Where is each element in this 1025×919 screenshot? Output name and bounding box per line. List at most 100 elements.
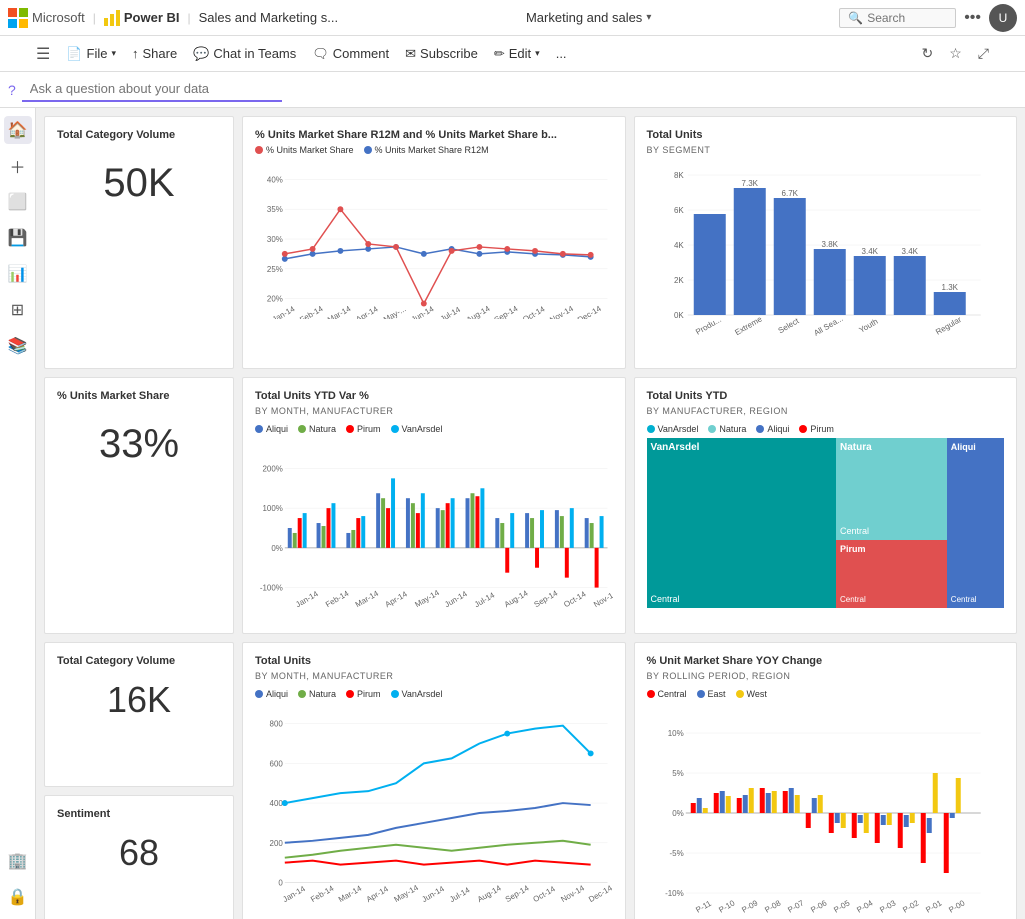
legend-aliqui3: Aliqui — [255, 689, 288, 699]
nav-home-icon[interactable]: 🏠 — [4, 116, 32, 144]
svg-text:10%: 10% — [667, 729, 683, 738]
fullscreen-icon[interactable]: ⤢ — [978, 45, 989, 62]
nav-workspaces-icon[interactable]: 🏢 — [4, 847, 32, 875]
svg-text:Extreme: Extreme — [733, 314, 764, 337]
label-pirum3: Pirum — [357, 689, 381, 699]
avatar[interactable]: U — [989, 4, 1017, 32]
svg-text:Jan-14: Jan-14 — [281, 884, 307, 904]
nav-data-hub-icon[interactable]: 💾 — [4, 224, 32, 252]
ytd-var-subtitle: BY MONTH, MANUFACTURER — [255, 406, 613, 416]
share-button[interactable]: ↑ Share — [132, 46, 177, 61]
chat-button[interactable]: 💬 Chat in Teams — [193, 46, 296, 62]
svg-text:3.4K: 3.4K — [861, 247, 878, 256]
workspace-selector[interactable]: Marketing and sales ▾ — [526, 10, 651, 25]
pct-market-share-title: % Units Market Share — [57, 390, 221, 402]
powerbi-icon — [104, 10, 120, 26]
svg-text:May-14: May-14 — [413, 588, 441, 609]
legend-label-red: % Units Market Share — [266, 145, 354, 155]
comment-button[interactable]: 🗨 Comment — [312, 46, 389, 62]
legend-central: Central — [647, 689, 687, 699]
search-input[interactable] — [867, 11, 947, 25]
line-chart-legend: % Units Market Share % Units Market Shar… — [255, 145, 613, 155]
svg-text:P-01: P-01 — [924, 898, 944, 915]
svg-text:800: 800 — [270, 720, 284, 729]
svg-text:Apr-14: Apr-14 — [365, 884, 391, 904]
svg-text:Jan-14: Jan-14 — [271, 304, 297, 319]
svg-text:Nov-14: Nov-14 — [592, 588, 612, 609]
dot-central — [647, 690, 655, 698]
ms-logo-icon — [8, 8, 28, 28]
svg-text:200%: 200% — [262, 464, 282, 473]
edit-button[interactable]: ✏ Edit ▾ — [494, 46, 540, 62]
nav-browse-icon[interactable]: ⬜ — [4, 188, 32, 216]
svg-text:5%: 5% — [672, 769, 684, 778]
svg-text:8K: 8K — [673, 171, 683, 180]
toolbar-more-button[interactable]: ... — [556, 46, 567, 61]
svg-text:35%: 35% — [267, 205, 283, 214]
svg-text:P-05: P-05 — [832, 898, 852, 915]
nav-create-icon[interactable]: ＋ — [4, 152, 32, 180]
legend-natura: Natura — [298, 424, 336, 434]
svg-text:P-02: P-02 — [901, 898, 921, 915]
file-button[interactable]: 📄 File ▾ — [66, 46, 116, 62]
refresh-icon[interactable]: ↻ — [922, 45, 934, 62]
svg-text:25%: 25% — [267, 265, 283, 274]
ytd-var-chart-svg: 200% 100% 0% -100% — [255, 438, 613, 618]
nav-metrics-icon[interactable]: 📊 — [4, 260, 32, 288]
label-vanarsdel2: VanArsdel — [658, 424, 699, 434]
total-cat-vol2-title: Total Category Volume — [57, 655, 221, 667]
ytd-var-legend: Aliqui Natura Pirum VanArsdel — [255, 424, 613, 434]
more-options-button[interactable]: ••• — [964, 9, 981, 27]
svg-text:P-03: P-03 — [878, 898, 898, 915]
subscribe-button[interactable]: ✉ Subscribe — [405, 46, 478, 62]
qa-input-area[interactable] — [22, 77, 282, 102]
nav-apps-icon[interactable]: ⊞ — [4, 296, 32, 324]
legend-label-blue: % Units Market Share R12M — [375, 145, 489, 155]
svg-text:Mar-14: Mar-14 — [354, 589, 381, 610]
subscribe-icon: ✉ — [405, 46, 416, 62]
total-category-volume-value: 50K — [57, 161, 221, 206]
nav-deployment-icon[interactable]: 🔒 — [4, 883, 32, 911]
yoy-change-title: % Unit Market Share YOY Change — [647, 655, 1005, 667]
label-central: Central — [658, 689, 687, 699]
svg-text:P-06: P-06 — [809, 898, 829, 915]
svg-text:P-11: P-11 — [694, 899, 713, 915]
svg-text:Nov-14: Nov-14 — [559, 883, 586, 904]
qa-input[interactable] — [30, 81, 250, 96]
label-west: West — [747, 689, 767, 699]
legend-natura2: Natura — [708, 424, 746, 434]
dot-vanarsdel — [391, 425, 399, 433]
svg-text:0K: 0K — [673, 311, 683, 320]
treemap-visual: VanArsdel Central Natura Central Aliqui … — [647, 438, 1005, 608]
separator2: | — [187, 11, 190, 25]
svg-text:Dec-14: Dec-14 — [576, 304, 603, 319]
legend-aliqui2: Aliqui — [756, 424, 789, 434]
nav-learn-icon[interactable]: 📚 — [4, 332, 32, 360]
svg-text:Oct-14: Oct-14 — [532, 884, 558, 904]
legend-pirum: Pirum — [346, 424, 381, 434]
share-label: Share — [143, 46, 178, 61]
legend-vanarsdel: VanArsdel — [391, 424, 443, 434]
svg-text:-5%: -5% — [669, 849, 683, 858]
dot-vanarsdel3 — [391, 690, 399, 698]
hamburger-icon[interactable]: ☰ — [36, 44, 50, 64]
legend-item-red: % Units Market Share — [255, 145, 354, 155]
svg-text:Jul-14: Jul-14 — [448, 885, 472, 904]
svg-text:0: 0 — [278, 878, 283, 887]
edit-chevron-icon: ▾ — [535, 48, 540, 59]
bookmark-icon[interactable]: ☆ — [949, 45, 962, 62]
dot-east — [697, 690, 705, 698]
treemap-pirum: Pirum Central — [836, 540, 947, 608]
dot-pirum2 — [799, 425, 807, 433]
total-units-line-subtitle: BY MONTH, MANUFACTURER — [255, 671, 613, 681]
search-box[interactable]: 🔍 — [839, 8, 956, 28]
treemap-pirum-region: Central — [840, 595, 943, 604]
legend-pirum2: Pirum — [799, 424, 834, 434]
top-bar-right: 🔍 ••• U — [839, 4, 1017, 32]
legend-west: West — [736, 689, 767, 699]
svg-text:Select: Select — [776, 316, 800, 335]
svg-text:200: 200 — [270, 839, 284, 848]
svg-text:Jul-14: Jul-14 — [473, 590, 497, 609]
svg-text:6K: 6K — [673, 206, 683, 215]
svg-text:Sep-14: Sep-14 — [493, 304, 520, 319]
